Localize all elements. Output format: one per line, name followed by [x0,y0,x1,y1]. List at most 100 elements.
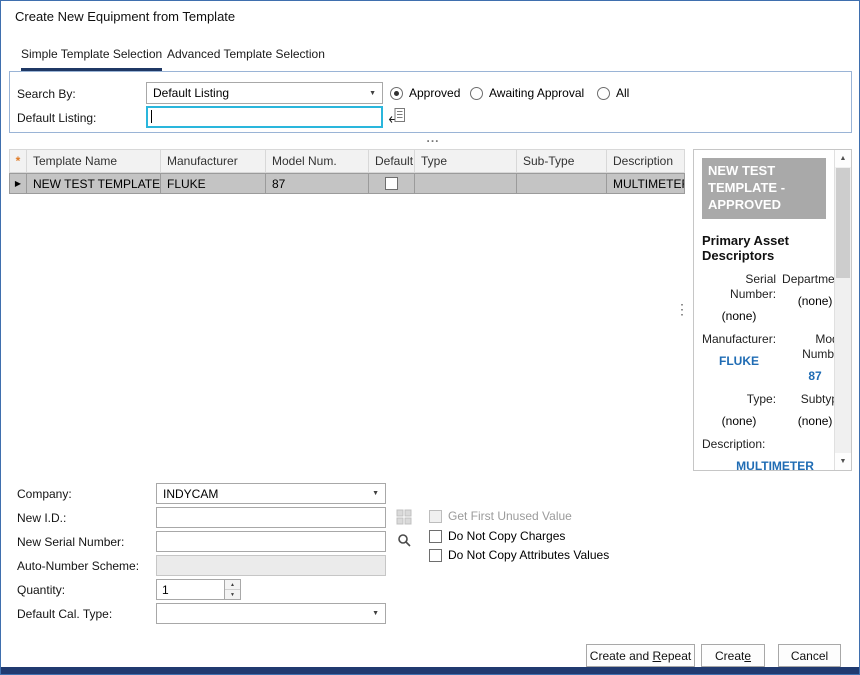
col-header-sub-type[interactable]: Sub-Type [517,149,607,173]
tab-simple-label: Simple Template Selection [21,47,162,61]
chevron-down-icon: ▼ [369,90,376,97]
search-panel [9,71,852,133]
grid-icon [396,509,412,525]
col-header-type[interactable]: Type [415,149,517,173]
preview-field-department: Department: (none) [782,272,834,323]
default-listing-input[interactable] [146,106,383,128]
preview-field-model-number: Model Number: 87 [782,332,834,383]
new-id-grid-button[interactable] [394,508,414,528]
scroll-up-icon: ▲ [840,155,847,162]
quantity-up-button[interactable]: ▲ [225,580,240,589]
preview-fields: Serial Number: (none) Department: (none)… [702,272,826,470]
radio-approved[interactable]: Approved [390,86,460,100]
company-select[interactable]: INDYCAM ▼ [156,483,386,504]
cell-default [369,173,415,194]
text-caret [151,110,152,123]
no-copy-charges-checkbox[interactable] [429,530,442,543]
preview-scrollbar[interactable]: ▲ ▼ [834,150,851,470]
create-and-repeat-button[interactable]: Create and Repeat [586,644,695,667]
scroll-up-button[interactable]: ▲ [835,150,851,167]
spinner-down-icon: ▼ [230,592,235,598]
new-row-indicator: * [9,149,27,173]
serial-search-button[interactable] [394,531,414,551]
search-by-label: Search By: [17,87,76,101]
preview-content: NEW TEST TEMPLATE - APPROVED Primary Ass… [694,150,834,470]
auto-number-scheme-input [156,555,386,576]
col-header-model-num[interactable]: Model Num. [266,149,369,173]
preview-field-type: Type: (none) [702,392,776,428]
dialog-title: Create New Equipment from Template [15,9,235,24]
quantity-label: Quantity: [17,583,65,597]
new-id-input[interactable] [156,507,386,528]
splitter-handle-horizontal[interactable]: ... [419,131,447,145]
radio-awaiting-label: Awaiting Approval [489,86,584,100]
radio-all-circle[interactable] [597,87,610,100]
option-no-copy-charges[interactable]: Do Not Copy Charges [429,529,565,543]
create-equipment-dialog: Create New Equipment from Template Simpl… [0,0,860,675]
company-label: Company: [17,487,72,501]
default-cal-type-select[interactable]: ▼ [156,603,386,624]
preview-field-description: Description: MULTIMETER [702,437,834,470]
col-header-template-name[interactable]: Template Name [27,149,161,173]
splitter-handle-vertical[interactable]: ⋮ [675,301,689,318]
chevron-down-icon: ▼ [372,490,379,497]
company-value: INDYCAM [163,487,218,501]
row-selector-icon[interactable]: ▶ [9,173,27,194]
default-checkbox[interactable] [385,177,398,190]
option-no-copy-attributes[interactable]: Do Not Copy Attributes Values [429,548,609,562]
auto-number-scheme-label: Auto-Number Scheme: [17,559,139,573]
radio-awaiting-approval[interactable]: Awaiting Approval [470,86,584,100]
dialog-bottom-accent [1,667,859,674]
preview-section-title: Primary Asset Descriptors [702,233,826,264]
new-serial-number-label: New Serial Number: [17,535,124,549]
tab-advanced-label: Advanced Template Selection [167,47,325,61]
quantity-input[interactable] [157,580,224,599]
search-icon [396,532,412,548]
no-copy-attributes-label: Do Not Copy Attributes Values [448,548,609,562]
cell-sub-type[interactable] [517,173,607,194]
default-listing-picker-button[interactable] [387,107,407,127]
default-cal-type-label: Default Cal. Type: [17,607,112,621]
grid-header: * Template Name Manufacturer Model Num. … [9,149,685,173]
cell-description[interactable]: MULTIMETER [607,173,685,194]
cell-template-name[interactable]: NEW TEST TEMPLATE [27,173,161,194]
listing-picker-icon [388,107,406,125]
radio-approved-label: Approved [409,86,460,100]
preview-field-subtype: Subtype: (none) [782,392,834,428]
col-header-manufacturer[interactable]: Manufacturer [161,149,266,173]
table-row[interactable]: ▶ NEW TEST TEMPLATE FLUKE 87 MULTIMETER [9,173,685,194]
tab-simple-template-selection[interactable]: Simple Template Selection [21,47,162,67]
search-by-select[interactable]: Default Listing ▼ [146,82,383,104]
cell-model-num[interactable]: 87 [266,173,369,194]
get-first-unused-label: Get First Unused Value [448,509,572,523]
no-copy-attributes-checkbox[interactable] [429,549,442,562]
new-serial-number-input[interactable] [156,531,386,552]
radio-approved-circle[interactable] [390,87,403,100]
preview-field-manufacturer: Manufacturer: FLUKE [702,332,776,383]
cell-type[interactable] [415,173,517,194]
no-copy-charges-label: Do Not Copy Charges [448,529,565,543]
chevron-down-icon: ▼ [372,610,379,617]
create-button[interactable]: Create [701,644,765,667]
col-header-description[interactable]: Description [607,149,685,173]
preview-title: NEW TEST TEMPLATE - APPROVED [702,158,826,219]
cancel-button[interactable]: Cancel [778,644,841,667]
radio-awaiting-circle[interactable] [470,87,483,100]
spinner-up-icon: ▲ [230,582,235,588]
template-preview-pane: NEW TEST TEMPLATE - APPROVED Primary Ass… [693,149,852,471]
scrollbar-thumb[interactable] [836,168,850,278]
scroll-down-button[interactable]: ▼ [835,453,851,470]
quantity-spin-buttons: ▲ ▼ [224,580,240,599]
col-header-default[interactable]: Default [369,149,415,173]
quantity-stepper[interactable]: ▲ ▼ [156,579,241,600]
radio-all-label: All [616,86,629,100]
scroll-down-icon: ▼ [840,458,847,465]
option-get-first-unused: Get First Unused Value [429,509,572,523]
search-by-value: Default Listing [153,86,229,100]
tab-advanced-template-selection[interactable]: Advanced Template Selection [167,47,325,67]
quantity-down-button[interactable]: ▼ [225,589,240,599]
cell-manufacturer[interactable]: FLUKE [161,173,266,194]
preview-field-serial-number: Serial Number: (none) [702,272,776,323]
radio-all[interactable]: All [597,86,629,100]
new-id-label: New I.D.: [17,511,66,525]
